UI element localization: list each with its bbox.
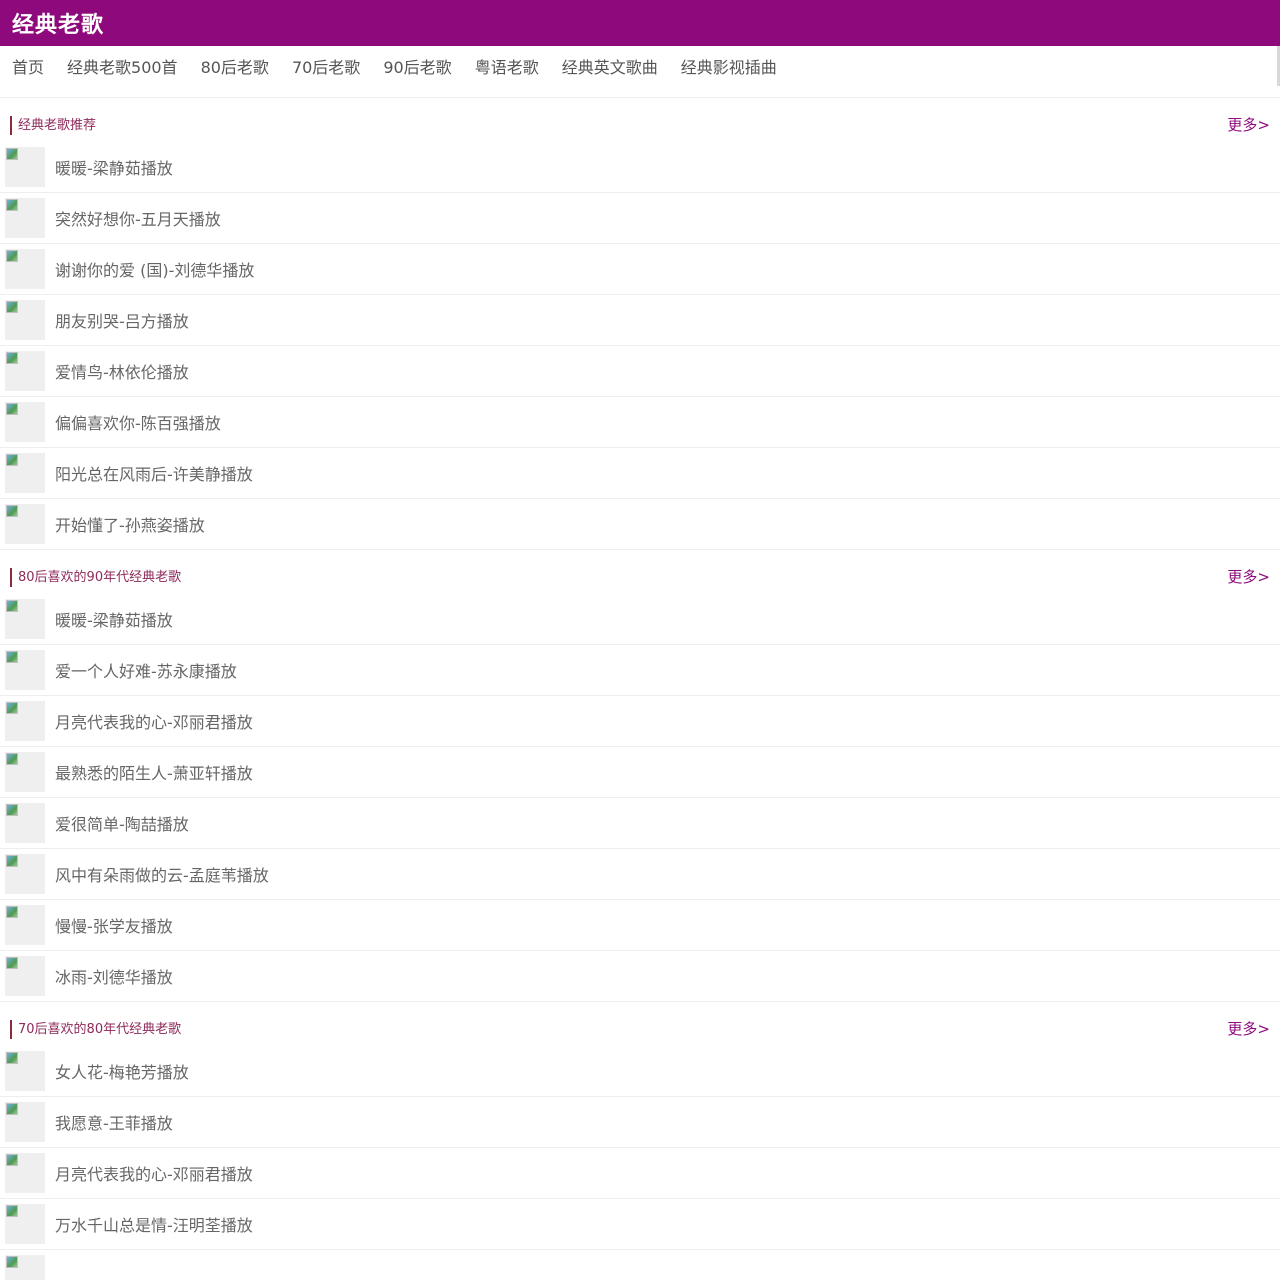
song-thumbnail-image[interactable]	[5, 599, 45, 639]
nav-home[interactable]: 首页	[12, 54, 44, 78]
song-item[interactable]: 最熟悉的陌生人-萧亚轩播放	[0, 747, 1280, 798]
section-header: 经典老歌推荐 更多>	[0, 98, 1280, 142]
song-thumbnail-image[interactable]	[5, 249, 45, 289]
song-thumbnail-image[interactable]	[5, 351, 45, 391]
section-80s-favorites: 80后喜欢的90年代经典老歌 更多> 暖暖-梁静茹播放 爱一个人好难-苏永康播放…	[0, 550, 1280, 1002]
song-thumbnail-image[interactable]	[5, 198, 45, 238]
song-thumbnail-image[interactable]	[5, 650, 45, 690]
song-link[interactable]: 最熟悉的陌生人-萧亚轩播放	[55, 760, 253, 784]
more-link[interactable]: 更多>	[1227, 566, 1270, 587]
song-link[interactable]: 偏偏喜欢你-陈百强播放	[55, 410, 221, 434]
more-link[interactable]: 更多>	[1227, 114, 1270, 135]
song-thumbnail-image[interactable]	[5, 803, 45, 843]
nav-film-tv[interactable]: 经典影视插曲	[681, 54, 777, 78]
nav-english[interactable]: 经典英文歌曲	[562, 54, 658, 78]
song-link[interactable]: 女人花-梅艳芳播放	[55, 1059, 189, 1083]
song-thumbnail-image[interactable]	[5, 956, 45, 996]
song-thumbnail-image[interactable]	[5, 1153, 45, 1193]
more-link[interactable]: 更多>	[1227, 1018, 1270, 1039]
song-link[interactable]: 暖暖-梁静茹播放	[55, 155, 173, 179]
section-title: 经典老歌推荐	[10, 116, 96, 135]
song-link[interactable]: 阳光总在风雨后-许美静播放	[55, 461, 253, 485]
song-item[interactable]: 慢慢-张学友播放	[0, 900, 1280, 951]
song-thumbnail-image[interactable]	[5, 453, 45, 493]
song-link[interactable]: 谢谢你的爱 (国)-刘德华播放	[55, 257, 254, 281]
song-thumbnail-image[interactable]	[5, 1255, 45, 1280]
site-title[interactable]: 经典老歌	[12, 7, 104, 39]
song-link[interactable]: 暖暖-梁静茹播放	[55, 607, 173, 631]
song-item[interactable]: 我愿意-王菲播放	[0, 1097, 1280, 1148]
song-link[interactable]: 爱情鸟-林依伦播放	[55, 359, 189, 383]
nav-80s[interactable]: 80后老歌	[201, 54, 269, 78]
song-item[interactable]	[0, 1250, 1280, 1280]
song-thumbnail-image[interactable]	[5, 905, 45, 945]
song-link[interactable]: 爱一个人好难-苏永康播放	[55, 658, 237, 682]
nav-90s[interactable]: 90后老歌	[383, 54, 451, 78]
song-link[interactable]: 月亮代表我的心-邓丽君播放	[55, 1161, 253, 1185]
song-thumbnail-image[interactable]	[5, 504, 45, 544]
song-link[interactable]: 朋友别哭-吕方播放	[55, 308, 189, 332]
song-link[interactable]: 万水千山总是情-汪明荃播放	[55, 1212, 253, 1236]
song-thumbnail-image[interactable]	[5, 147, 45, 187]
section-header: 70后喜欢的80年代经典老歌 更多>	[0, 1002, 1280, 1046]
song-link[interactable]: 开始懂了-孙燕姿播放	[55, 512, 205, 536]
song-link[interactable]: 月亮代表我的心-邓丽君播放	[55, 709, 253, 733]
song-thumbnail-image[interactable]	[5, 1204, 45, 1244]
song-item[interactable]: 风中有朵雨做的云-孟庭苇播放	[0, 849, 1280, 900]
nav-70s[interactable]: 70后老歌	[292, 54, 360, 78]
song-item[interactable]: 万水千山总是情-汪明荃播放	[0, 1199, 1280, 1250]
song-thumbnail-image[interactable]	[5, 1102, 45, 1142]
song-thumbnail-image[interactable]	[5, 854, 45, 894]
song-list: 暖暖-梁静茹播放 突然好想你-五月天播放 谢谢你的爱 (国)-刘德华播放 朋友别…	[0, 142, 1280, 550]
song-item[interactable]: 爱一个人好难-苏永康播放	[0, 645, 1280, 696]
nav-classic-500[interactable]: 经典老歌500首	[67, 54, 178, 78]
song-item[interactable]: 突然好想你-五月天播放	[0, 193, 1280, 244]
song-thumbnail-image[interactable]	[5, 300, 45, 340]
section-70s-favorites: 70后喜欢的80年代经典老歌 更多> 女人花-梅艳芳播放 我愿意-王菲播放 月亮…	[0, 1002, 1280, 1280]
song-item[interactable]: 朋友别哭-吕方播放	[0, 295, 1280, 346]
song-list: 女人花-梅艳芳播放 我愿意-王菲播放 月亮代表我的心-邓丽君播放 万水千山总是情…	[0, 1046, 1280, 1280]
song-thumbnail-image[interactable]	[5, 701, 45, 741]
song-item[interactable]: 冰雨-刘德华播放	[0, 951, 1280, 1002]
song-item[interactable]: 暖暖-梁静茹播放	[0, 142, 1280, 193]
song-item[interactable]: 阳光总在风雨后-许美静播放	[0, 448, 1280, 499]
section-header: 80后喜欢的90年代经典老歌 更多>	[0, 550, 1280, 594]
section-recommended: 经典老歌推荐 更多> 暖暖-梁静茹播放 突然好想你-五月天播放 谢谢你的爱 (国…	[0, 98, 1280, 550]
song-item[interactable]: 爱很简单-陶喆播放	[0, 798, 1280, 849]
top-nav: 首页 经典老歌500首 80后老歌 70后老歌 90后老歌 粤语老歌 经典英文歌…	[0, 46, 1280, 86]
song-item[interactable]: 爱情鸟-林依伦播放	[0, 346, 1280, 397]
site-header: 经典老歌	[0, 0, 1280, 46]
song-link[interactable]: 突然好想你-五月天播放	[55, 206, 221, 230]
song-link[interactable]: 慢慢-张学友播放	[55, 913, 173, 937]
song-item[interactable]: 暖暖-梁静茹播放	[0, 594, 1280, 645]
song-item[interactable]: 月亮代表我的心-邓丽君播放	[0, 1148, 1280, 1199]
song-link[interactable]: 爱很简单-陶喆播放	[55, 811, 189, 835]
song-link[interactable]: 风中有朵雨做的云-孟庭苇播放	[55, 862, 269, 886]
section-title: 70后喜欢的80年代经典老歌	[10, 1020, 181, 1039]
song-list: 暖暖-梁静茹播放 爱一个人好难-苏永康播放 月亮代表我的心-邓丽君播放 最熟悉的…	[0, 594, 1280, 1002]
song-item[interactable]: 开始懂了-孙燕姿播放	[0, 499, 1280, 550]
song-link[interactable]: 冰雨-刘德华播放	[55, 964, 173, 988]
song-item[interactable]: 偏偏喜欢你-陈百强播放	[0, 397, 1280, 448]
section-title: 80后喜欢的90年代经典老歌	[10, 568, 181, 587]
song-thumbnail-image[interactable]	[5, 402, 45, 442]
song-item[interactable]: 女人花-梅艳芳播放	[0, 1046, 1280, 1097]
song-thumbnail-image[interactable]	[5, 1051, 45, 1091]
nav-cantonese[interactable]: 粤语老歌	[475, 54, 539, 78]
song-item[interactable]: 月亮代表我的心-邓丽君播放	[0, 696, 1280, 747]
song-thumbnail-image[interactable]	[5, 752, 45, 792]
song-link[interactable]: 我愿意-王菲播放	[55, 1110, 173, 1134]
song-item[interactable]: 谢谢你的爱 (国)-刘德华播放	[0, 244, 1280, 295]
